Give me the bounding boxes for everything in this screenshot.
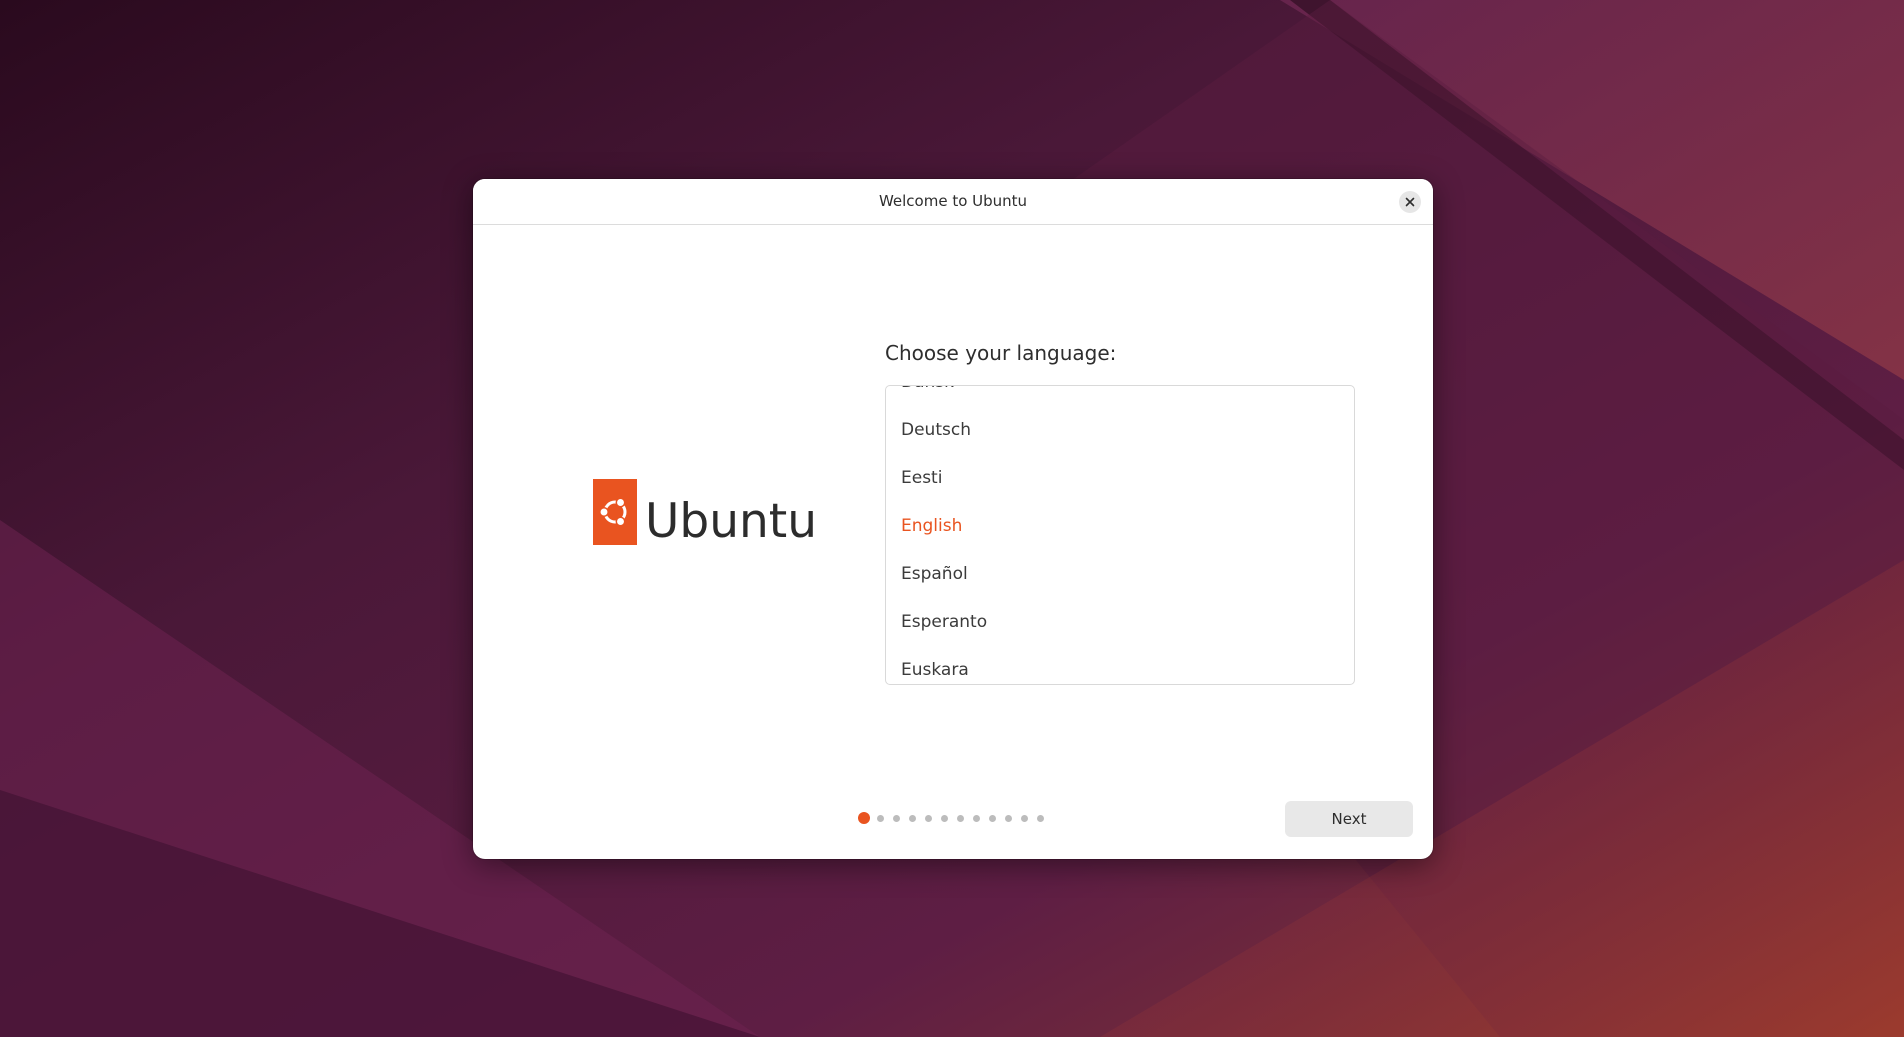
step-indicator (858, 812, 1053, 824)
close-icon (1405, 197, 1415, 207)
step-dot (957, 814, 964, 822)
language-item-eesti[interactable]: Eesti (886, 454, 1354, 502)
circle-of-friends-icon (593, 479, 637, 545)
step-dot (877, 814, 884, 822)
next-button[interactable]: Next (1285, 801, 1413, 837)
step-dot (1037, 814, 1044, 822)
language-item-deutsch[interactable]: Deutsch (886, 406, 1354, 454)
close-button[interactable] (1399, 191, 1421, 213)
step-dot (909, 814, 916, 822)
language-heading: Choose your language: (885, 341, 1117, 365)
step-dot (941, 814, 948, 822)
step-dot (893, 814, 900, 822)
language-item-euskara[interactable]: Euskara (886, 646, 1354, 684)
step-dot (1005, 814, 1012, 822)
step-dot (989, 814, 996, 822)
language-items: Dansk Deutsch Eesti English Español Espe… (886, 386, 1354, 684)
step-dot (973, 814, 980, 822)
language-item-english[interactable]: English (886, 502, 1354, 550)
language-item-espanol[interactable]: Español (886, 550, 1354, 598)
window-title: Welcome to Ubuntu (878, 192, 1028, 210)
step-dot (1021, 814, 1028, 822)
title-bar: Welcome to Ubuntu (473, 179, 1433, 225)
desktop: Welcome to Ubuntu Ubuntu Choose your lan… (0, 0, 1904, 1037)
logo-wordmark: Ubuntu (645, 494, 818, 549)
step-dot-active (858, 812, 870, 824)
step-dot (925, 814, 932, 822)
language-item-esperanto[interactable]: Esperanto (886, 598, 1354, 646)
ubuntu-logo: Ubuntu (593, 479, 817, 545)
installer-window: Welcome to Ubuntu Ubuntu Choose your lan… (473, 179, 1433, 859)
language-item-dansk[interactable]: Dansk (886, 386, 1354, 406)
language-list[interactable]: Dansk Deutsch Eesti English Español Espe… (885, 385, 1355, 685)
